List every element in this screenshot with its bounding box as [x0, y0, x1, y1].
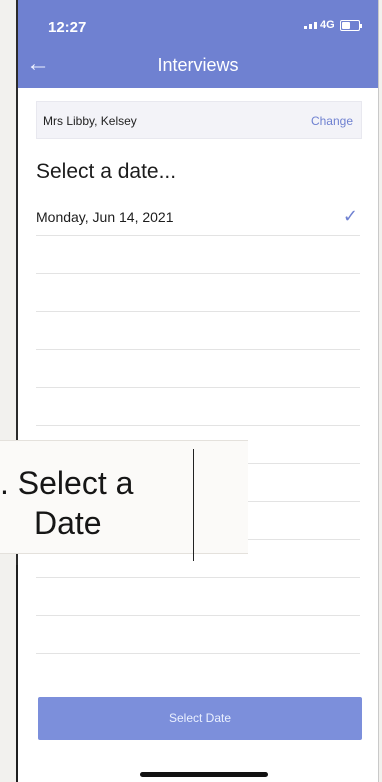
- instruction-callout: . Select a Date: [0, 440, 248, 561]
- battery-icon: [340, 20, 362, 31]
- select-date-heading: Select a date...: [36, 160, 177, 183]
- home-indicator[interactable]: [140, 772, 268, 777]
- phone-screen: 12:27 4G ← Interviews Mrs Libby, Kelsey …: [16, 0, 379, 782]
- app-header: 12:27 4G ← Interviews: [18, 0, 378, 88]
- teacher-name: Mrs Libby, Kelsey: [43, 114, 137, 128]
- empty-row: [36, 350, 360, 388]
- signal-icon: [304, 22, 317, 29]
- select-date-button[interactable]: Select Date: [38, 697, 362, 740]
- status-time: 12:27: [48, 19, 87, 36]
- network-label: 4G: [320, 19, 335, 31]
- date-list: Monday, Jun 14, 2021 ✓: [36, 198, 360, 654]
- left-divider: [16, 565, 18, 782]
- callout-line-1: . Select a: [0, 465, 134, 501]
- page-title: Interviews: [157, 55, 239, 75]
- empty-row: [36, 616, 360, 654]
- empty-row: [36, 274, 360, 312]
- checkmark-icon: ✓: [342, 206, 358, 226]
- callout-line-2: Date: [34, 505, 102, 541]
- date-row[interactable]: Monday, Jun 14, 2021 ✓: [36, 198, 360, 236]
- empty-row: [36, 236, 360, 274]
- date-label: Monday, Jun 14, 2021: [36, 209, 174, 225]
- status-bar: 12:27 4G: [18, 0, 378, 48]
- empty-row: [36, 578, 360, 616]
- empty-row: [36, 388, 360, 426]
- empty-row: [36, 312, 360, 350]
- callout-divider: [193, 449, 194, 561]
- change-teacher-link[interactable]: Change: [311, 114, 353, 128]
- teacher-selector: Mrs Libby, Kelsey Change: [36, 101, 362, 139]
